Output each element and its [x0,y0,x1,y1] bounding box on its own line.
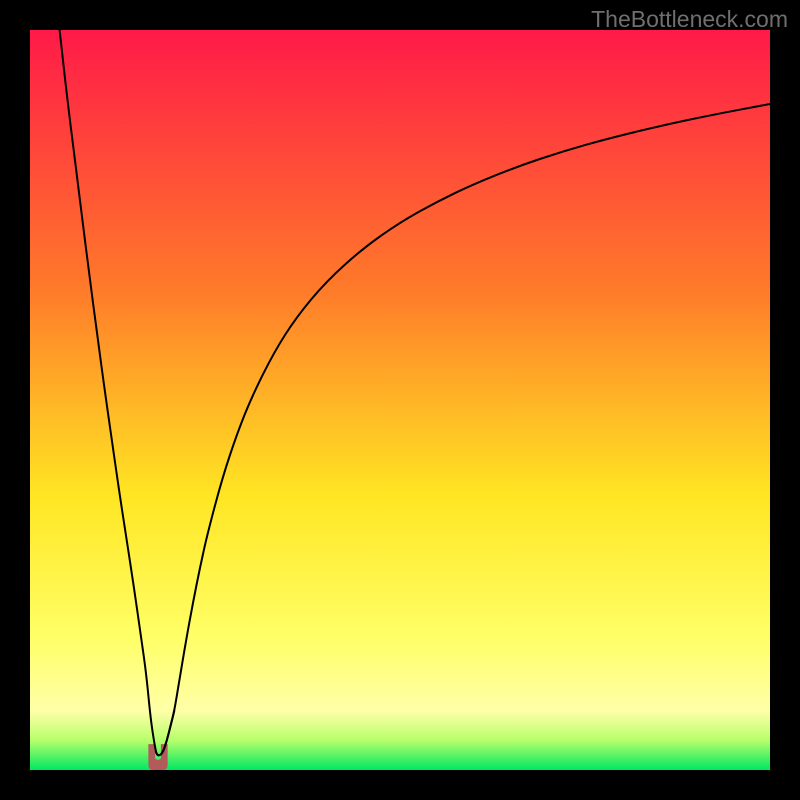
plot-area [30,30,770,770]
chart-svg [30,30,770,770]
chart-frame: TheBottleneck.com [0,0,800,800]
gradient-background [30,30,770,770]
watermark-text: TheBottleneck.com [591,6,788,33]
